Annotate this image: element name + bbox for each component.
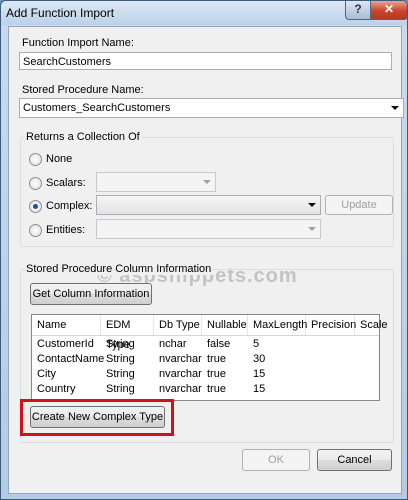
- column-header-scale[interactable]: Scale: [355, 315, 388, 335]
- cell-db-type: nvarchar: [159, 353, 202, 365]
- complex-dropdown[interactable]: [96, 195, 321, 215]
- chevron-down-icon: [391, 106, 399, 110]
- radio-complex[interactable]: [29, 200, 42, 213]
- column-header-precision[interactable]: Precision: [306, 315, 356, 335]
- cell-db-type: nvarchar: [159, 383, 202, 395]
- cell-name: ContactName: [37, 353, 105, 365]
- help-button[interactable]: ?: [345, 1, 371, 20]
- column-header-db-type[interactable]: Db Type: [154, 315, 202, 335]
- cell-maxlength: 15: [253, 368, 266, 380]
- cell-nullable: true: [207, 383, 226, 395]
- cell-db-type: nchar: [159, 338, 187, 350]
- radio-none-label: None: [46, 153, 73, 165]
- radio-scalars-label: Scalars:: [46, 177, 86, 189]
- cell-edm-type: String: [106, 338, 135, 350]
- cell-edm-type: String: [106, 368, 135, 380]
- cell-nullable: true: [207, 368, 226, 380]
- get-column-information-button[interactable]: Get Column Information: [30, 283, 152, 305]
- stored-procedure-name-label: Stored Procedure Name:: [22, 84, 144, 96]
- cell-name: City: [37, 368, 56, 380]
- scalars-dropdown[interactable]: [96, 172, 216, 192]
- column-header-nullable[interactable]: Nullable: [202, 315, 248, 335]
- cell-edm-type: String: [106, 383, 135, 395]
- ok-button[interactable]: OK: [242, 449, 310, 471]
- cell-maxlength: 5: [253, 338, 260, 350]
- cell-name: CustomerId: [37, 338, 94, 350]
- chevron-down-icon: [203, 180, 211, 184]
- title-bar[interactable]: Add Function Import ? ✕: [1, 1, 407, 25]
- column-info-table[interactable]: Name EDM Type Db Type Nullable MaxLength…: [31, 314, 388, 401]
- function-import-name-input[interactable]: SearchCustomers: [19, 52, 392, 70]
- stored-procedure-value: Customers_SearchCustomers: [23, 102, 171, 114]
- radio-complex-label: Complex:: [46, 200, 93, 212]
- stored-procedure-dropdown[interactable]: Customers_SearchCustomers: [19, 98, 404, 118]
- cell-nullable: true: [207, 353, 226, 365]
- table-header: Name EDM Type Db Type Nullable MaxLength…: [32, 315, 388, 351]
- radio-scalars[interactable]: [29, 177, 42, 190]
- returns-group-legend: Returns a Collection Of: [24, 131, 142, 143]
- radio-entities-label: Entities:: [46, 224, 86, 236]
- cell-nullable: false: [207, 338, 231, 350]
- function-import-name-label: Function Import Name:: [22, 37, 134, 49]
- cell-edm-type: String: [106, 353, 135, 365]
- entities-dropdown[interactable]: [96, 219, 321, 239]
- update-button[interactable]: Update: [325, 195, 393, 215]
- cell-db-type: nvarchar: [159, 368, 202, 380]
- radio-none[interactable]: [29, 153, 42, 166]
- radio-entities[interactable]: [29, 224, 42, 237]
- cell-maxlength: 15: [253, 383, 266, 395]
- window-title: Add Function Import: [6, 6, 115, 20]
- cell-maxlength: 30: [253, 353, 266, 365]
- column-header-edm-type[interactable]: EDM Type: [101, 315, 154, 351]
- chevron-down-icon: [308, 227, 316, 231]
- highlight-box: [20, 399, 174, 436]
- column-header-maxlength[interactable]: MaxLength: [248, 315, 307, 335]
- column-header-name[interactable]: Name: [32, 315, 101, 335]
- cancel-button[interactable]: Cancel: [317, 449, 392, 471]
- add-function-import-dialog: Add Function Import ? ✕ Function Import …: [0, 0, 408, 500]
- cell-name: Country: [37, 383, 76, 395]
- column-info-group-legend: Stored Procedure Column Information: [24, 263, 214, 275]
- close-button[interactable]: ✕: [370, 1, 407, 20]
- chevron-down-icon: [308, 203, 316, 207]
